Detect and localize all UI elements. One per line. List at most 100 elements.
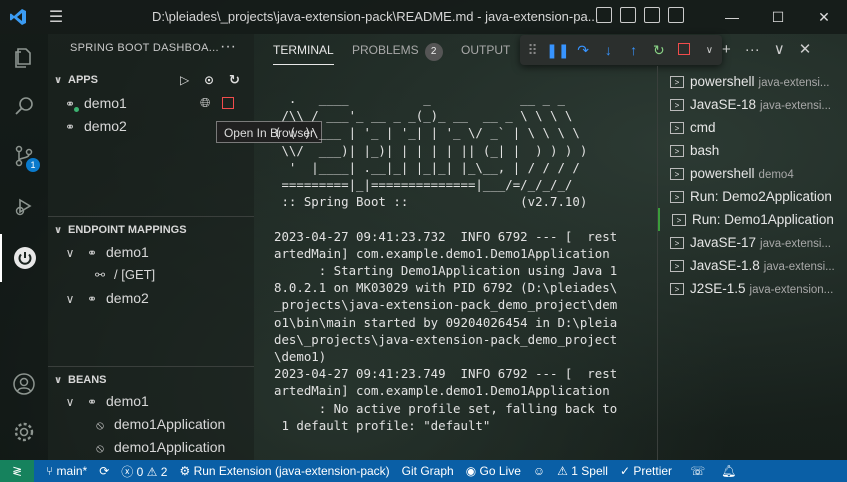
app-icon: ⚭ <box>86 292 98 306</box>
stop-icon[interactable] <box>672 42 697 58</box>
stop-app-icon[interactable]: ⊙ <box>204 69 214 91</box>
sidebar-more-icon[interactable]: ··· <box>220 38 236 56</box>
endpoint-item[interactable]: ⚯ / [GET] <box>92 264 155 286</box>
prettier-item[interactable]: ✓ Prettier <box>620 464 672 478</box>
restart-icon[interactable]: ↻ <box>646 42 671 59</box>
step-over-icon[interactable]: ↷ <box>571 42 596 59</box>
terminal-list-description: java-extensi... <box>763 261 835 273</box>
accounts-icon[interactable] <box>0 360 48 408</box>
new-terminal-icon[interactable]: + <box>722 41 731 58</box>
terminal-output[interactable]: . ____ _ __ _ _ /\\ / ___'_ __ _ _(_)_ _… <box>274 90 650 434</box>
step-out-icon[interactable]: ↑ <box>621 42 646 58</box>
step-into-icon[interactable]: ↓ <box>596 42 621 58</box>
app-item-demo2[interactable]: ⚭ demo2 <box>62 115 127 137</box>
section-divider <box>48 366 254 367</box>
terminal-list-item[interactable]: > JavaSE-18 java-extensi... <box>658 93 847 116</box>
terminal-list-description: java-extensi... <box>758 77 830 89</box>
terminal-list-item[interactable]: > JavaSE-1.8 java-extensi... <box>658 254 847 277</box>
vscode-logo-icon <box>0 0 36 34</box>
menu-icon[interactable]: ☰ <box>36 0 76 34</box>
sync-icon[interactable]: ⟳ <box>99 464 109 478</box>
stop-square-icon[interactable] <box>222 97 234 109</box>
beans-section-header[interactable]: ∨ BEANS <box>48 369 254 391</box>
tab-terminal[interactable]: TERMINAL <box>273 34 334 65</box>
endpoint-app-demo2[interactable]: ∨ ⚭ demo2 <box>62 287 149 309</box>
chevron-down-icon[interactable]: ∨ <box>697 45 722 56</box>
problems-indicator[interactable]: ⓧ 0 ⚠ 2 <box>121 463 167 480</box>
terminal-icon: > <box>670 122 684 135</box>
terminal-line: . ____ _ __ _ _ <box>274 91 565 106</box>
terminal-list-item[interactable]: > bash <box>658 139 847 162</box>
manage-gear-icon[interactable] <box>0 408 48 456</box>
terminal-list-item[interactable]: > powershell demo4 <box>658 162 847 185</box>
terminal-icon: > <box>670 260 684 273</box>
feedback-icon[interactable]: ☏ <box>690 464 705 478</box>
chevron-down-icon: ∨ <box>65 292 75 306</box>
globe-icon[interactable]: 🌐︎ <box>200 92 210 114</box>
endpoint-app-demo1[interactable]: ∨ ⚭ demo1 <box>62 241 149 263</box>
close-panel-icon[interactable]: ✕ <box>799 40 812 58</box>
run-debug-icon[interactable] <box>0 182 48 230</box>
apps-section-header[interactable]: ∨ APPS ▷ ⊙ ↻ <box>48 69 254 91</box>
terminal-line: artedMain] com.example.demo1.Demo1Applic… <box>274 245 610 261</box>
toggle-secondary-sidebar-icon[interactable] <box>644 7 660 23</box>
app-icon: ⚭ <box>64 120 76 134</box>
terminal-list-item[interactable]: > Run: Demo2Application <box>658 185 847 208</box>
terminal-list-item[interactable]: > JavaSE-17 java-extensi... <box>658 231 847 254</box>
check-icon: ✓ <box>619 464 631 478</box>
drag-handle-icon[interactable]: ⠿ <box>520 42 545 59</box>
app-icon: ⚭ <box>86 246 98 260</box>
maximize-panel-icon[interactable]: ∨ <box>774 40 785 58</box>
toggle-sidebar-icon[interactable] <box>596 7 612 23</box>
tab-problems[interactable]: PROBLEMS 2 <box>352 34 443 64</box>
search-icon[interactable] <box>0 82 48 130</box>
terminal-line: o1\bin\main started by 09204026454 in D:… <box>274 314 618 330</box>
app-icon: ⚭ <box>86 395 98 409</box>
terminal-list-item[interactable]: > J2SE-1.5 java-extension... <box>658 277 847 300</box>
tab-output[interactable]: OUTPUT <box>461 34 510 64</box>
close-button[interactable]: ✕ <box>801 0 847 34</box>
run-extension-item[interactable]: ⚙︎ Run Extension (java-extension-pack) <box>179 464 389 478</box>
section-divider <box>48 216 254 217</box>
window-title: D:\pleiades\_projects\java-extension-pac… <box>152 9 599 24</box>
customize-layout-icon[interactable] <box>668 7 684 23</box>
more-actions-icon[interactable]: ··· <box>745 41 760 58</box>
broadcast-icon: ◉ <box>465 464 477 478</box>
terminal-line: _projects\java-extension-pack_demo_proje… <box>274 297 618 313</box>
terminal-list-item[interactable]: > Run: Demo1Application <box>658 208 847 231</box>
terminal-list-label: JavaSE-18 <box>690 97 757 112</box>
copilot-icon[interactable]: ☺ <box>533 464 545 478</box>
maximize-button[interactable]: ☐ <box>755 0 801 34</box>
toggle-panel-icon[interactable] <box>620 7 636 23</box>
bean-item[interactable]: ⦸ demo1Application <box>92 436 225 458</box>
endpoint-mappings-section-header[interactable]: ∨ ENDPOINT MAPPINGS <box>48 219 254 241</box>
git-branch-icon: ⑂ <box>46 464 54 478</box>
bean-item[interactable]: ⦸ demo1Application <box>92 413 225 435</box>
notifications-bell-icon[interactable]: 🔔︎ <box>721 464 736 478</box>
terminal-list-item[interactable]: > cmd <box>658 116 847 139</box>
panel-actions: + ··· ∨ ✕ <box>722 34 811 64</box>
spell-item[interactable]: ⚠ 1 Spell <box>557 464 608 478</box>
go-live-item[interactable]: ◉ Go Live <box>466 464 521 478</box>
terminal-list-item[interactable]: > powershell java-extensi... <box>658 70 847 93</box>
scm-badge: 1 <box>26 158 40 172</box>
terminal-line: =========|_|==============|___/=/_/_/_/ <box>274 177 573 193</box>
running-indicator <box>74 107 79 112</box>
minimize-button[interactable]: — <box>709 0 755 34</box>
spring-boot-dashboard-icon[interactable] <box>0 234 48 282</box>
run-app-icon[interactable]: ▷ <box>180 69 189 91</box>
beans-app-demo1[interactable]: ∨ ⚭ demo1 <box>62 390 149 412</box>
terminal-list-label: bash <box>690 143 720 158</box>
pause-icon[interactable]: ❚❚ <box>545 42 570 59</box>
git-graph-item[interactable]: Git Graph <box>402 464 454 478</box>
app-item-demo1[interactable]: ⚭ demo1 🌐︎ <box>62 92 252 114</box>
branch-indicator[interactable]: ⑂ main* <box>46 464 87 478</box>
refresh-icon[interactable]: ↻ <box>229 69 240 91</box>
chevron-down-icon: ∨ <box>65 246 75 260</box>
terminal-line: :: Spring Boot :: (v2.7.10) <box>274 194 588 210</box>
terminal-line: 2023-04-27 09:41:23.732 INFO 6792 --- [ … <box>274 228 618 244</box>
source-control-icon[interactable]: 1 <box>0 132 48 180</box>
explorer-icon[interactable] <box>0 34 48 82</box>
remote-icon[interactable]: ≷ <box>0 460 34 482</box>
